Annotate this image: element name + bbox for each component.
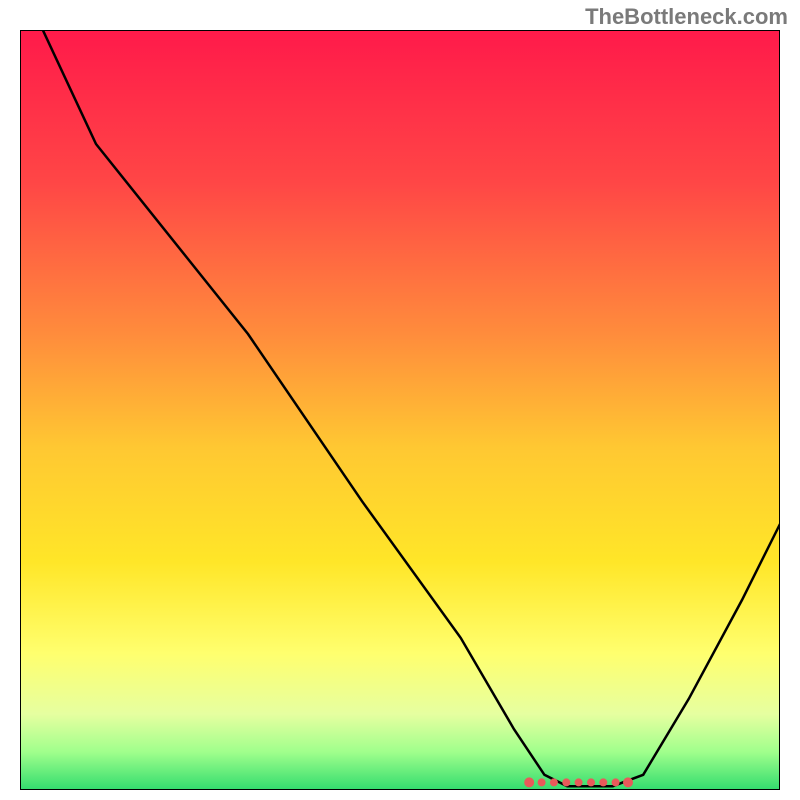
chart-area <box>20 30 780 790</box>
optimal-range-marker <box>524 777 633 787</box>
plot-background <box>20 30 780 790</box>
chart-svg <box>20 30 780 790</box>
watermark-text: TheBottleneck.com <box>585 4 788 30</box>
